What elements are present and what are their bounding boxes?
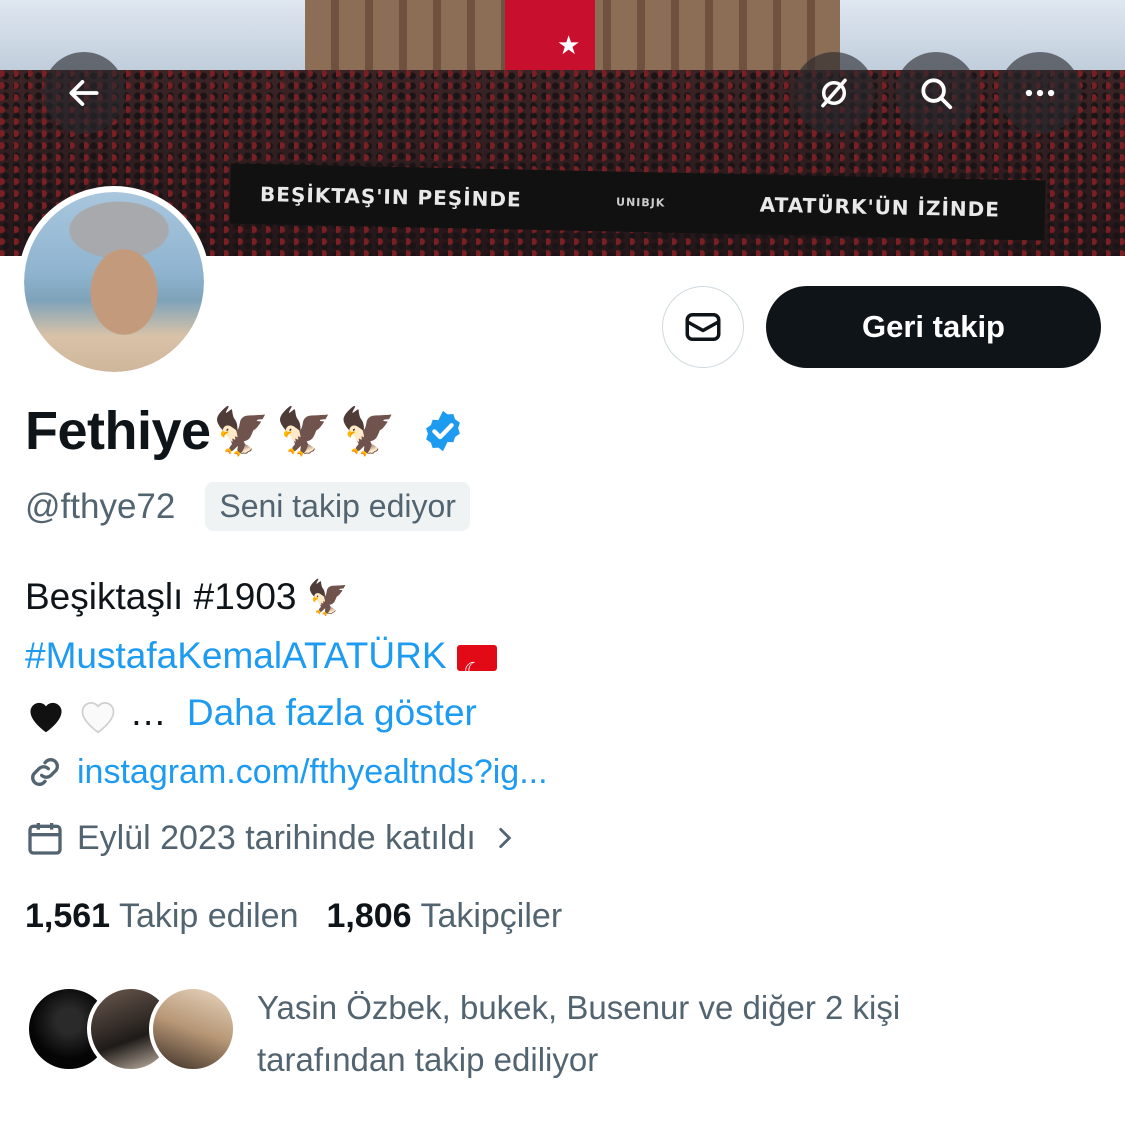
followers-stat[interactable]: 1,806 Takipçiler <box>327 897 563 936</box>
joined-date-row[interactable]: Eylül 2023 tarihinde katıldı <box>25 818 530 858</box>
name-row: Fethiye 🦅🦅🦅 <box>25 400 466 462</box>
arrow-left-icon <box>69 80 99 106</box>
search-icon <box>921 78 953 110</box>
more-horizontal-icon <box>1025 89 1055 97</box>
following-stat[interactable]: 1,561 Takip edilen <box>25 897 299 936</box>
follow-back-button[interactable]: Geri takip <box>766 286 1101 368</box>
verified-badge-icon[interactable] <box>420 408 466 454</box>
following-count: 1,561 <box>25 897 111 935</box>
display-name: Fethiye <box>25 401 211 461</box>
grok-button[interactable] <box>793 52 875 134</box>
joined-date: Eylül 2023 tarihinde katıldı <box>77 818 476 857</box>
profile-link-text[interactable]: instagram.com/fthyealtnds?ig... <box>77 753 548 792</box>
link-icon <box>31 758 59 786</box>
profile-link[interactable]: instagram.com/fthyealtnds?ig... <box>25 752 548 792</box>
following-label: Takip edilen <box>118 897 299 935</box>
bio-text: Beşiktaşlı #1903 <box>25 576 297 617</box>
followers-label: Takipçiler <box>420 897 563 935</box>
avatar-image <box>24 192 204 372</box>
follow-stats: 1,561 Takip edilen 1,806 Takipçiler <box>25 897 590 936</box>
bio-eagle-emoji: 🦅 <box>306 579 350 617</box>
bio-hashtag[interactable]: #MustafaKemalATATÜRK <box>25 635 447 676</box>
more-button[interactable] <box>999 52 1081 134</box>
search-button[interactable] <box>895 52 977 134</box>
grok-icon <box>821 78 847 108</box>
banner-text-left: BEŞİKTAŞ'IN PEŞİNDE <box>259 182 522 212</box>
handle-row: @fthye72 Seni takip ediyor <box>25 482 470 531</box>
known-followers-avatars[interactable] <box>25 985 237 1073</box>
known-follower-avatar <box>149 985 237 1073</box>
bio-line-2: #MustafaKemalATATÜRK <box>25 627 497 699</box>
white-heart-icon <box>81 702 115 734</box>
banner-text-right: ATATÜRK'ÜN İZİNDE <box>759 192 1001 222</box>
bio-ellipsis: … <box>129 692 167 733</box>
envelope-icon <box>685 313 721 341</box>
follows-you-badge: Seni takip ediyor <box>205 482 470 531</box>
username-handle: @fthye72 <box>25 486 176 526</box>
profile-bio: Beşiktaşlı #1903 🦅 #MustafaKemalATATÜRK … <box>25 568 497 741</box>
banner-flag <box>505 0 595 75</box>
bio-line-1: Beşiktaşlı #1903 🦅 <box>25 568 497 627</box>
known-followers-line-2: tarafından takip ediliyor <box>257 1041 599 1078</box>
banner-text-mid: UNIBJK <box>615 195 666 210</box>
black-heart-icon <box>30 703 62 733</box>
known-followers-line-1: Yasin Özbek, bukek, Busenur ve diğer 2 k… <box>257 989 901 1026</box>
show-more-link[interactable]: Daha fazla göster <box>187 692 477 733</box>
profile-avatar[interactable] <box>18 186 210 378</box>
calendar-icon <box>28 823 62 855</box>
chevron-right-icon <box>499 827 512 849</box>
back-button[interactable] <box>43 52 125 134</box>
followers-count: 1,806 <box>326 897 412 935</box>
name-emoji: 🦅🦅🦅 <box>212 404 403 457</box>
known-followers-text[interactable]: Yasin Özbek, bukek, Busenur ve diğer 2 k… <box>257 982 900 1086</box>
message-button[interactable] <box>662 286 744 368</box>
bio-line-3: … Daha fazla göster <box>25 684 497 741</box>
turkey-flag-icon <box>456 642 497 699</box>
